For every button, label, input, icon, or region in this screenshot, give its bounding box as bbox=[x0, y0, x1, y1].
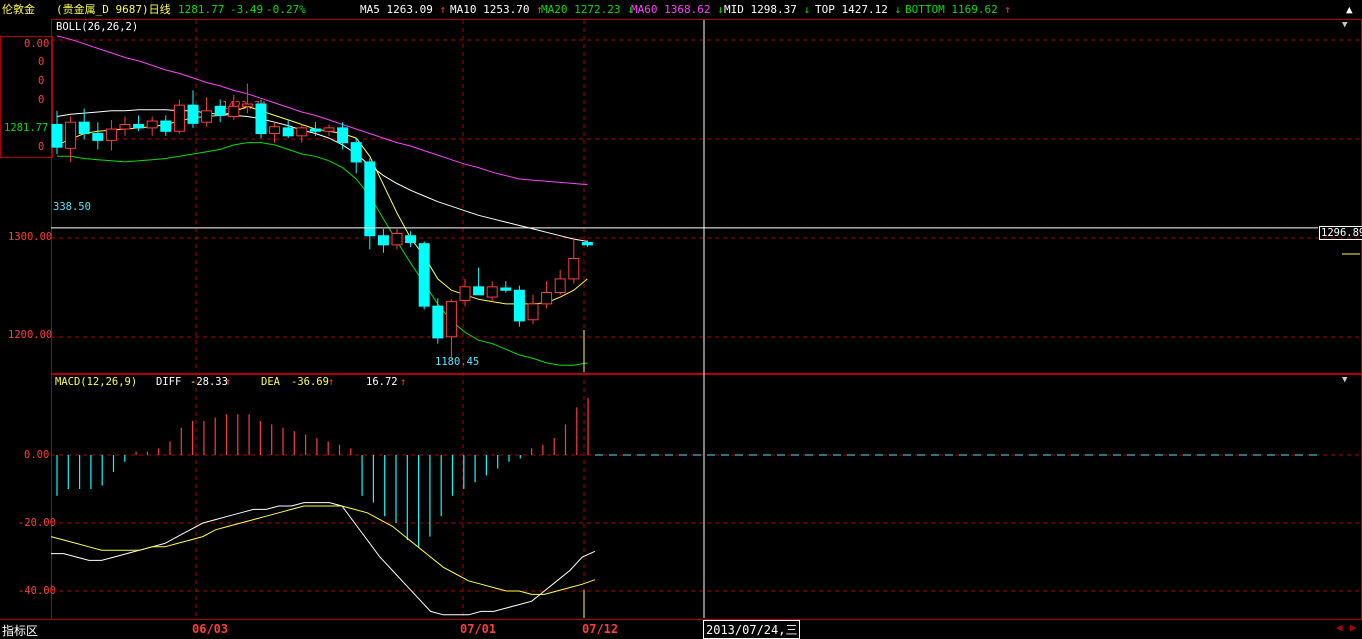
candle-body bbox=[581, 242, 593, 246]
candle-body bbox=[309, 128, 321, 132]
candle-body bbox=[350, 142, 362, 163]
candle-body bbox=[78, 121, 90, 135]
candle-body bbox=[269, 126, 281, 135]
macd-dea-line bbox=[50, 505, 596, 595]
candle-body bbox=[500, 287, 512, 291]
candle-body bbox=[445, 301, 457, 338]
candle-body bbox=[282, 127, 294, 137]
candle-body bbox=[160, 120, 172, 132]
candle-body bbox=[296, 127, 308, 137]
candle-body bbox=[527, 303, 539, 321]
scroll-left-icon[interactable]: ◀ bbox=[1336, 621, 1343, 634]
candle-body bbox=[554, 278, 566, 294]
date-label-1: 06/03 bbox=[192, 622, 229, 636]
candle-body bbox=[405, 235, 417, 244]
candle-body bbox=[377, 235, 389, 246]
candle-body bbox=[486, 286, 498, 298]
candle-body bbox=[241, 103, 253, 107]
date-label-3: 07/12 bbox=[582, 622, 619, 636]
candle-body bbox=[337, 127, 349, 144]
candle-body bbox=[214, 105, 226, 116]
candle-body bbox=[459, 286, 471, 301]
chart-canvas[interactable] bbox=[0, 0, 1362, 638]
candle-body bbox=[201, 110, 213, 123]
candle-body bbox=[173, 104, 185, 132]
candle-body bbox=[391, 232, 403, 246]
candle-body bbox=[133, 123, 145, 129]
candle-body bbox=[513, 289, 525, 322]
cursor-date: 2013/07/24,三 bbox=[703, 620, 801, 639]
candle-body bbox=[105, 128, 117, 141]
macd-diff-line bbox=[51, 502, 596, 616]
candle-body bbox=[92, 133, 104, 141]
overlay-boll-mid bbox=[56, 109, 588, 242]
candle-body bbox=[146, 120, 158, 129]
date-label-2: 07/01 bbox=[460, 622, 497, 636]
date-axis: 指标区 06/03 07/01 07/12 2013/07/24,三 ◀ ▶ bbox=[0, 619, 1362, 639]
candle-body bbox=[364, 161, 376, 237]
scroll-right-icon[interactable]: ▶ bbox=[1350, 621, 1357, 634]
candle-body bbox=[187, 104, 199, 124]
candle-body bbox=[65, 121, 77, 149]
candle-body bbox=[432, 305, 444, 339]
candle-body bbox=[418, 243, 430, 307]
candle-body bbox=[323, 127, 335, 132]
candle-body bbox=[541, 292, 553, 305]
candle-body bbox=[255, 103, 267, 135]
candle-body bbox=[473, 286, 485, 296]
indicator-tab[interactable]: 指标区 bbox=[2, 622, 38, 639]
candle-body bbox=[119, 123, 131, 130]
candle-body bbox=[51, 123, 63, 148]
candle-body bbox=[568, 257, 580, 280]
candle-body bbox=[228, 105, 240, 118]
